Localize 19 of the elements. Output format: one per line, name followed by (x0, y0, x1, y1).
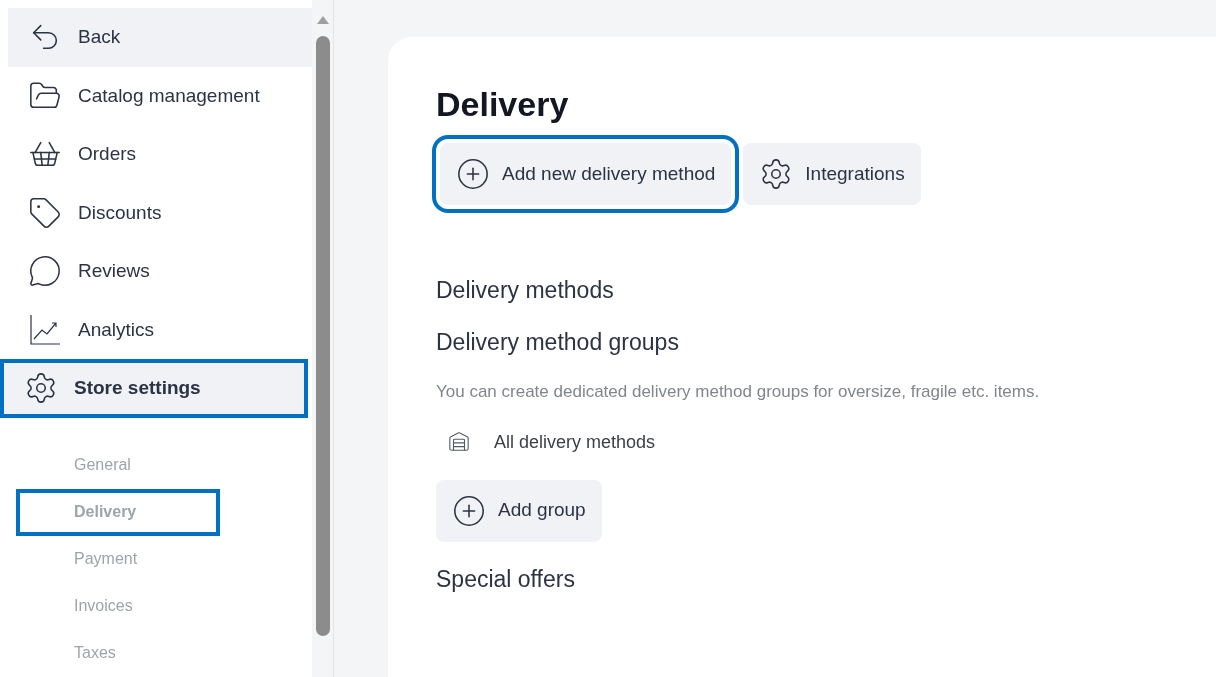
scrollbar-thumb[interactable] (315, 36, 330, 636)
plus-circle-icon (456, 157, 490, 191)
section-description: You can create dedicated delivery method groups for oversize, fragile etc. items. (436, 381, 1041, 403)
warehouse-icon (448, 431, 470, 453)
sidebar-item[interactable]: Back (8, 8, 312, 67)
section-heading: Delivery method groups (436, 328, 680, 357)
section-heading: Special offers (436, 564, 576, 594)
line-chart-icon (28, 312, 62, 347)
add-group-button[interactable]: Add group (436, 479, 602, 542)
sidebar-item[interactable]: Store settings (0, 359, 308, 418)
speech-bubble-icon (28, 254, 62, 289)
scroll-up-arrow-icon[interactable] (316, 16, 329, 24)
page-title: Delivery (436, 87, 570, 121)
plus-circle-icon (452, 493, 486, 528)
group-name[interactable]: All delivery methods (494, 428, 656, 456)
settings-icon (24, 371, 58, 406)
section-heading: Delivery methods (436, 276, 615, 305)
action-button[interactable]: Integrations (743, 143, 921, 205)
tag-icon (28, 195, 62, 230)
